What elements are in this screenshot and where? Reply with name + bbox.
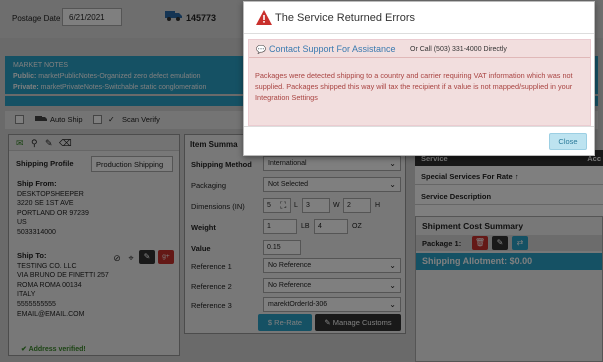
support-line: 💬 Contact Support For Assistance Or Call… <box>249 40 590 58</box>
contact-support-link[interactable]: Contact Support For Assistance <box>269 44 396 54</box>
chat-icon: 💬 <box>256 45 266 54</box>
modal-footer: Close <box>244 126 594 156</box>
support-phone: Or Call (503) 331-4000 Directly <box>410 46 507 53</box>
error-message: Packages were detected shipping to a cou… <box>255 71 573 102</box>
modal-header: The Service Returned Errors <box>244 2 594 34</box>
modal-title: The Service Returned Errors <box>275 12 415 24</box>
error-modal: The Service Returned Errors 💬 Contact Su… <box>243 1 595 156</box>
error-alert: 💬 Contact Support For Assistance Or Call… <box>248 39 591 126</box>
close-button[interactable]: Close <box>549 133 587 150</box>
warning-icon <box>256 10 272 25</box>
